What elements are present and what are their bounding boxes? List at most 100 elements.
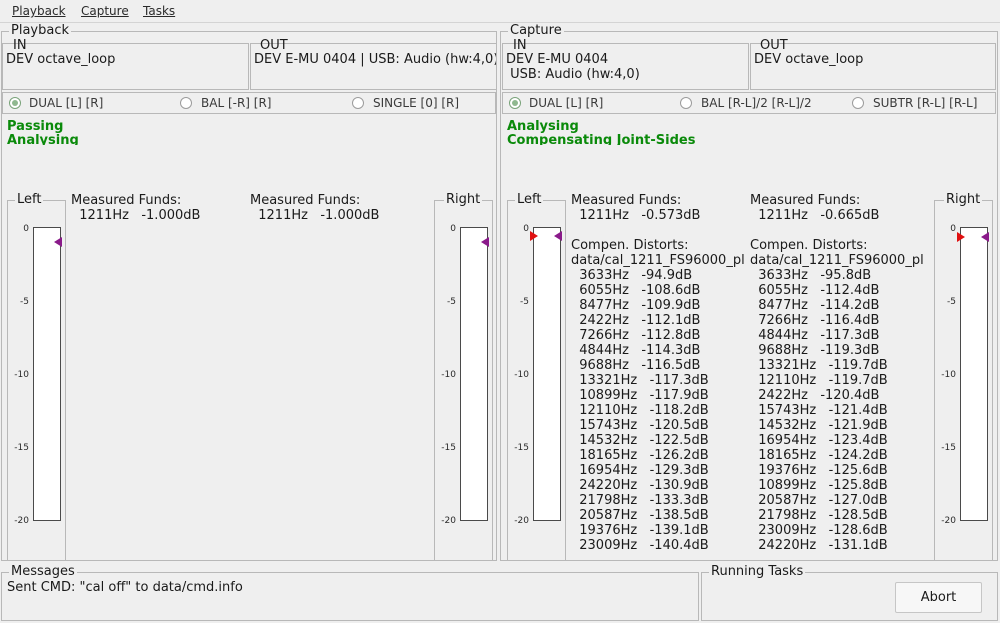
capture-radio-dual[interactable]	[509, 97, 521, 109]
capture-right-funds-value: 1211Hz -0.665dB	[750, 208, 880, 223]
distortion-row: 2422Hz -120.4dB	[750, 388, 880, 403]
distortion-row: 24220Hz -130.9dB	[571, 478, 709, 493]
meter-tick-label: -15	[14, 443, 29, 453]
distortion-row: 21798Hz -133.3dB	[571, 493, 709, 508]
meter-tick-label: -5	[20, 297, 29, 307]
distortion-row: 7266Hz -112.8dB	[571, 328, 701, 343]
distortion-row: 2422Hz -112.1dB	[571, 313, 701, 328]
distortion-row: 6055Hz -112.4dB	[750, 283, 880, 298]
capture-radio-subtr[interactable]	[852, 97, 864, 109]
capture-status-1: Analysing	[507, 120, 579, 134]
playback-right-funds-label: Measured Funds:	[250, 193, 361, 208]
playback-right-output-marker	[481, 237, 489, 247]
distortion-row: 3633Hz -95.8dB	[750, 268, 872, 283]
capture-left-meter	[533, 227, 561, 521]
capture-radio-bal-label: BAL [R-L]/2 [R-L]/2	[701, 96, 812, 110]
capture-left-output-marker	[554, 231, 562, 241]
capture-radio-bal[interactable]	[680, 97, 692, 109]
messages-title: Messages	[9, 564, 77, 579]
distortion-row: 14532Hz -121.9dB	[750, 418, 888, 433]
distortion-row: 3633Hz -94.9dB	[571, 268, 693, 283]
distortion-row: 15743Hz -121.4dB	[750, 403, 888, 418]
playback-mode-group: DUAL [L] [R] BAL [-R] [R] SINGLE [0] [R]	[2, 92, 496, 114]
meter-tick-label: -20	[514, 516, 529, 526]
playback-radio-single-label: SINGLE [0] [R]	[373, 96, 460, 110]
menu-playback[interactable]: Playback	[12, 4, 66, 18]
tasks-title: Running Tasks	[709, 564, 806, 579]
distortion-row: 12110Hz -119.7dB	[750, 373, 888, 388]
distortion-row: 21798Hz -128.5dB	[750, 508, 888, 523]
messages-text: Sent CMD: "cal off" to data/cmd.info	[7, 580, 243, 595]
capture-right-distorts-label: Compen. Distorts:	[750, 238, 868, 253]
meter-tick-label: 0	[23, 224, 29, 234]
playback-status-2: Analysing	[7, 134, 79, 145]
capture-in-label: IN	[513, 38, 527, 53]
capture-right-output-marker	[981, 232, 989, 242]
abort-button[interactable]: Abort	[895, 582, 982, 613]
capture-left-funds-value: 1211Hz -0.573dB	[571, 208, 701, 223]
distortion-row: 13321Hz -119.7dB	[750, 358, 888, 373]
playback-right-funds-value: 1211Hz -1.000dB	[250, 208, 380, 223]
playback-right-meter	[460, 227, 488, 521]
menu-capture[interactable]: Capture	[81, 4, 129, 18]
capture-left-funds-label: Measured Funds:	[571, 193, 682, 208]
distortion-row: 15743Hz -120.5dB	[571, 418, 709, 433]
capture-left-meter-label: Left	[515, 192, 544, 207]
meter-tick-label: 0	[523, 224, 529, 234]
meter-tick-label: -10	[441, 370, 456, 380]
playback-out-label: OUT	[260, 38, 288, 53]
playback-radio-dual[interactable]	[9, 97, 21, 109]
capture-right-input-marker	[957, 232, 965, 242]
distortion-row: 4844Hz -114.3dB	[571, 343, 701, 358]
distortion-row: 12110Hz -118.2dB	[571, 403, 709, 418]
capture-right-meter	[960, 227, 988, 521]
capture-left-distorts-file: data/cal_1211_FS96000_pl	[571, 253, 745, 268]
playback-left-meter-label: Left	[15, 192, 44, 207]
capture-in-value-2: USB: Audio (hw:4,0)	[506, 67, 640, 82]
distortion-row: 23009Hz -128.6dB	[750, 523, 888, 538]
distortion-row: 20587Hz -127.0dB	[750, 493, 888, 508]
meter-tick-label: -20	[441, 516, 456, 526]
capture-right-funds-label: Measured Funds:	[750, 193, 861, 208]
distortion-row: 10899Hz -117.9dB	[571, 388, 709, 403]
playback-left-funds-label: Measured Funds:	[71, 193, 182, 208]
meter-tick-label: 0	[450, 224, 456, 234]
distortion-row: 18165Hz -124.2dB	[750, 448, 888, 463]
capture-left-input-marker	[530, 231, 538, 241]
meter-tick-label: -15	[514, 443, 529, 453]
distortion-row: 8477Hz -109.9dB	[571, 298, 701, 313]
distortion-row: 19376Hz -139.1dB	[571, 523, 709, 538]
distortion-row: 6055Hz -108.6dB	[571, 283, 701, 298]
playback-status-1: Passing	[7, 120, 64, 134]
menu-tasks[interactable]: Tasks	[143, 4, 175, 18]
capture-mode-group: DUAL [L] [R] BAL [R-L]/2 [R-L]/2 SUBTR […	[502, 92, 996, 114]
capture-right-distorts-file: data/cal_1211_FS96000_pl	[750, 253, 924, 268]
distortion-row: 20587Hz -138.5dB	[571, 508, 709, 523]
playback-radio-bal-label: BAL [-R] [R]	[201, 96, 272, 110]
distortion-row: 7266Hz -116.4dB	[750, 313, 880, 328]
distortion-row: 4844Hz -117.3dB	[750, 328, 880, 343]
meter-tick-label: -20	[14, 516, 29, 526]
distortion-row: 19376Hz -125.6dB	[750, 463, 888, 478]
distortion-row: 10899Hz -125.8dB	[750, 478, 888, 493]
playback-right-meter-label: Right	[444, 192, 483, 207]
distortion-row: 13321Hz -117.3dB	[571, 373, 709, 388]
distortion-row: 16954Hz -123.4dB	[750, 433, 888, 448]
meter-tick-label: -10	[941, 370, 956, 380]
meter-tick-label: -5	[520, 297, 529, 307]
meter-tick-label: -20	[941, 516, 956, 526]
playback-title: Playback	[9, 23, 72, 38]
distortion-row: 23009Hz -140.4dB	[571, 538, 709, 553]
playback-left-meter	[33, 227, 61, 521]
distortion-row: 16954Hz -129.3dB	[571, 463, 709, 478]
playback-radio-single[interactable]	[352, 97, 364, 109]
distortion-row: 9688Hz -119.3dB	[750, 343, 880, 358]
meter-tick-label: -15	[941, 443, 956, 453]
playback-radio-bal[interactable]	[180, 97, 192, 109]
meter-tick-label: -5	[447, 297, 456, 307]
playback-left-funds-value: 1211Hz -1.000dB	[71, 208, 201, 223]
capture-title: Capture	[508, 23, 564, 38]
playback-radio-dual-label: DUAL [L] [R]	[29, 96, 104, 110]
distortion-row: 8477Hz -114.2dB	[750, 298, 880, 313]
meter-tick-label: 0	[950, 224, 956, 234]
